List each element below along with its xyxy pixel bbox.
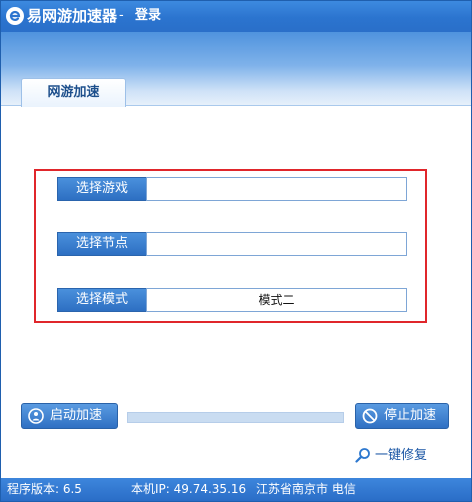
app-title: 易网游加速器 [27, 7, 118, 25]
ip-text: 本机IP: 49.74.35.16 [131, 482, 247, 496]
no-entry-icon [362, 408, 378, 424]
version-text: 程序版本: 6.5 [7, 482, 82, 496]
node-field[interactable] [146, 232, 407, 256]
app-window: 易网游加速器 - 登录 网游加速 选择游戏 选择节点 选择模式 模式二 启动加速… [0, 0, 472, 502]
location-text: 江苏省南京市 电信 [256, 482, 356, 496]
acceleration-progress-bar [127, 412, 344, 423]
app-logo-icon [6, 7, 24, 25]
select-game-button[interactable]: 选择游戏 [57, 177, 147, 201]
select-mode-button[interactable]: 选择模式 [57, 288, 147, 312]
repair-label: 一键修复 [375, 448, 428, 463]
person-icon [28, 408, 44, 424]
select-node-button[interactable]: 选择节点 [57, 232, 147, 256]
status-bar: 程序版本: 6.5 本机IP: 49.74.35.16 江苏省南京市 电信 [1, 478, 471, 501]
mode-field[interactable]: 模式二 [146, 288, 407, 312]
game-field[interactable] [146, 177, 407, 201]
login-link[interactable]: 登录 [135, 6, 161, 26]
stop-acceleration-button[interactable]: 停止加速 [355, 403, 449, 429]
start-acceleration-button[interactable]: 启动加速 [21, 403, 118, 429]
magnifier-icon [355, 448, 370, 463]
title-separator: - [119, 8, 124, 23]
start-button-label: 启动加速 [50, 408, 103, 423]
stop-button-label: 停止加速 [384, 408, 437, 423]
title-bar[interactable]: 易网游加速器 - 登录 [1, 1, 471, 32]
tab-game-acceleration[interactable]: 网游加速 [21, 78, 126, 107]
